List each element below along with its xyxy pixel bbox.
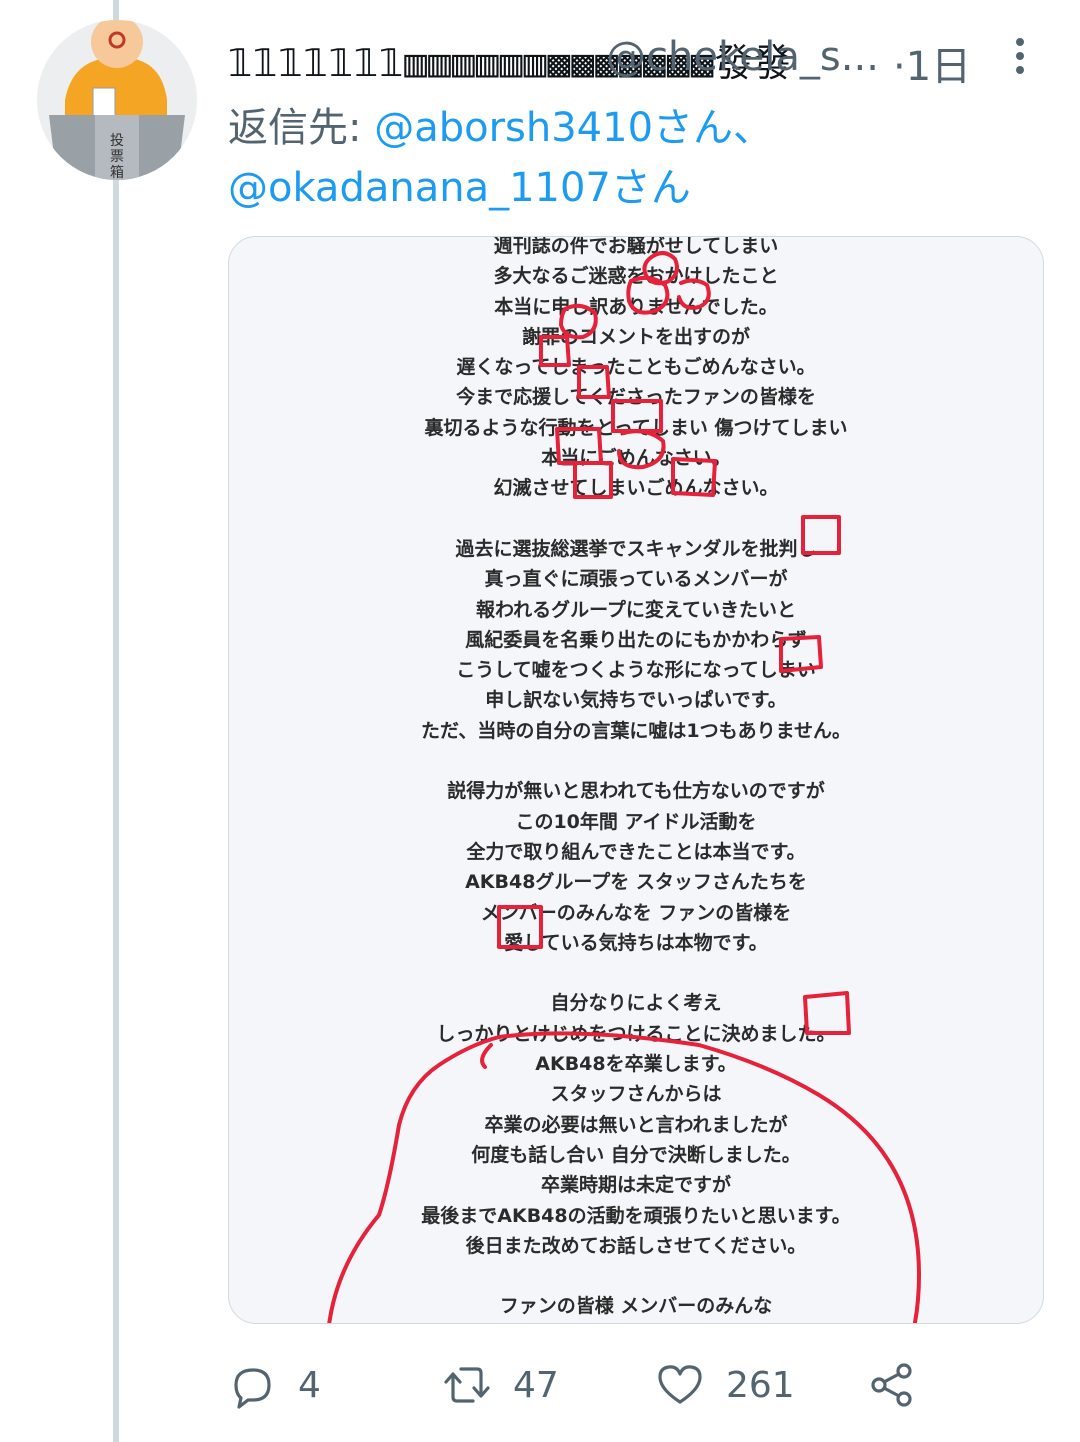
heart-icon: [658, 1365, 702, 1404]
retweet-count: 47: [513, 1364, 559, 1406]
circle-mark: [677, 278, 711, 310]
box-mark: [611, 399, 663, 433]
like-action[interactable]: 261: [656, 1350, 795, 1420]
thread-connector-line: [113, 0, 119, 1442]
retweet-icon: [444, 1367, 490, 1403]
box-mark: [555, 427, 603, 465]
replying-to: 返信先: @aborsh3410さん、 @okadanana_1107さん: [228, 98, 1028, 218]
box-mark: [671, 457, 717, 497]
svg-text:投: 投: [110, 133, 124, 149]
svg-text:箱: 箱: [110, 165, 124, 180]
like-count: 261: [726, 1364, 795, 1406]
reply-mention-okadanana[interactable]: @okadanana_1107さん: [228, 165, 691, 211]
reply-prefix: 返信先:: [228, 105, 362, 151]
box-mark: [779, 635, 823, 673]
red-annotation-overlay: [327, 251, 921, 1323]
user-handle[interactable]: @chekela_s...: [606, 34, 879, 80]
box-mark: [539, 335, 571, 367]
retweet-action[interactable]: 47: [443, 1350, 559, 1420]
reply-action[interactable]: 4: [228, 1350, 321, 1420]
attached-image[interactable]: 週刊誌の件でお騒がせしてしまい 多大なるご迷惑をおかけしたこと 本当に申し訳ありませ…: [228, 236, 1044, 1324]
circle-mark: [559, 303, 598, 340]
box-mark: [573, 461, 613, 499]
share-action[interactable]: [868, 1350, 916, 1420]
tweet-time[interactable]: ·1日: [893, 34, 971, 92]
ballot-box-person-illustration: 投 票 箱: [37, 20, 197, 180]
tweet-actions: 4 47 261: [228, 1350, 928, 1420]
svg-text:票: 票: [110, 149, 124, 165]
box-mark: [803, 991, 851, 1035]
tweet-header: 𝟙𝟙𝟙𝟙𝟙𝟙𝟙▥▥▥▥▥▥▩▩▩▩▩▩▩發發 @chekela_s... ·1日: [228, 30, 1048, 90]
reply-mention-aborsh3410[interactable]: @aborsh3410さん、: [374, 105, 773, 151]
more-options-icon[interactable]: [1008, 34, 1032, 78]
circle-mark: [617, 429, 666, 470]
box-mark: [801, 515, 841, 555]
reply-count: 4: [298, 1364, 321, 1406]
circle-mark: [626, 275, 670, 315]
share-icon: [871, 1363, 912, 1407]
reply-icon: [234, 1368, 271, 1409]
box-mark: [577, 365, 611, 399]
graduation-circle-mark: [327, 1031, 921, 1323]
box-mark: [497, 905, 543, 949]
avatar[interactable]: 投 票 箱: [37, 20, 197, 180]
